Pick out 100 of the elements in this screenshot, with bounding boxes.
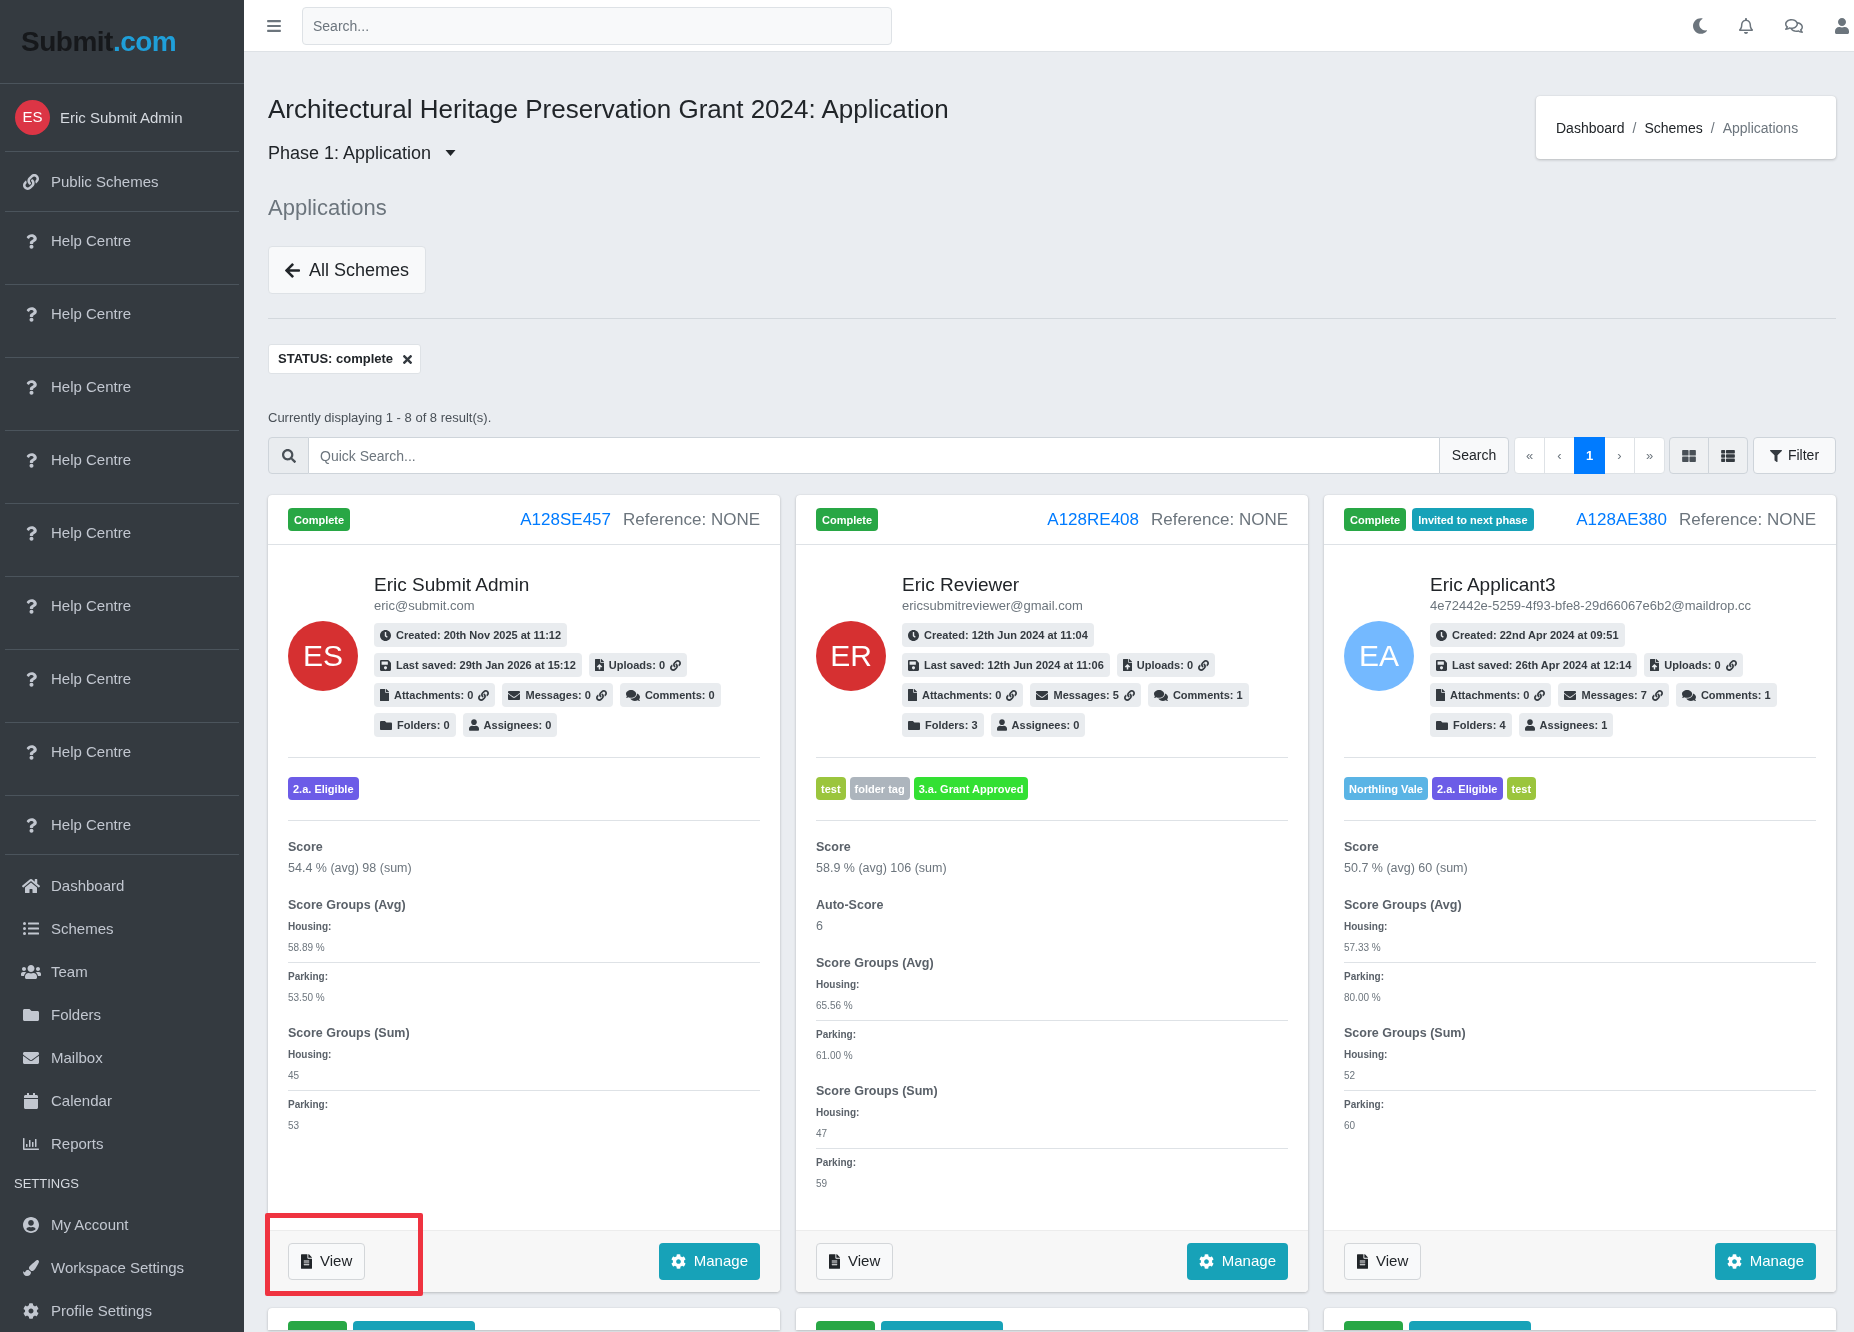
- quick-search-field[interactable]: Quick Search...: [309, 437, 1439, 474]
- group-label: Parking:: [816, 1156, 856, 1170]
- group-label: Housing:: [816, 1106, 860, 1120]
- applicant-name: Eric Applicant3: [1430, 574, 1556, 596]
- link-icon[interactable]: [1006, 689, 1018, 701]
- sidebar-link[interactable]: Help Centre: [5, 358, 239, 431]
- user-icon[interactable]: [1835, 17, 1849, 34]
- close-icon[interactable]: [403, 354, 413, 364]
- category-tag: 2.a. Eligible: [1431, 777, 1503, 800]
- sidebar-nav-item[interactable]: Schemes: [0, 907, 244, 950]
- question-mark-icon: [25, 525, 37, 541]
- sidebar-link[interactable]: Help Centre: [5, 796, 239, 855]
- document-icon: [1357, 1254, 1368, 1269]
- sidebar-nav-item[interactable]: Calendar: [0, 1079, 244, 1122]
- sidebar-nav-item[interactable]: Workspace Settings: [0, 1246, 244, 1289]
- user-name[interactable]: Eric Submit Admin: [60, 106, 183, 129]
- sidebar-link[interactable]: Help Centre: [5, 212, 239, 285]
- view-button[interactable]: View: [1344, 1243, 1422, 1280]
- bell-icon[interactable]: [1739, 17, 1753, 34]
- breadcrumb-item[interactable]: Applications: [1722, 117, 1799, 138]
- application-id-link[interactable]: A128RE408: [1047, 507, 1139, 532]
- file-icon: [1436, 689, 1445, 701]
- sidebar-nav-item[interactable]: Mailbox: [0, 1036, 244, 1079]
- link-icon[interactable]: [670, 659, 681, 671]
- list-icon: [1721, 449, 1735, 462]
- group-value: 53: [288, 1119, 300, 1133]
- page-button[interactable]: »: [1634, 437, 1665, 474]
- arrow-left-icon: [285, 262, 300, 278]
- group-value: 80.00 %: [1344, 991, 1381, 1005]
- sidebar-nav-item[interactable]: Profile Settings: [0, 1289, 244, 1332]
- section-heading: Score Groups (Sum): [816, 1083, 938, 1100]
- sidebar-nav-item[interactable]: Dashboard: [0, 864, 244, 907]
- info-chip-text: Uploads: 0: [1664, 658, 1721, 672]
- breadcrumb-item[interactable]: Schemes: [1644, 117, 1703, 138]
- link-icon[interactable]: [478, 689, 490, 701]
- sidebar-nav-item[interactable]: Team: [0, 950, 244, 993]
- status-badge: Complete: [288, 508, 351, 531]
- filter-label: STATUS: complete: [278, 350, 394, 368]
- sidebar-link[interactable]: Help Centre: [5, 285, 239, 358]
- link-icon[interactable]: [1534, 689, 1546, 701]
- phase-dropdown[interactable]: Phase 1: Application: [268, 141, 457, 165]
- search-field[interactable]: Search...: [302, 6, 892, 45]
- group-label: Housing:: [1344, 920, 1388, 934]
- clock-icon: [908, 629, 919, 641]
- filter-button[interactable]: Filter: [1753, 437, 1836, 474]
- caret-down-icon: [445, 150, 457, 156]
- category-tag: Northling Vale: [1344, 777, 1428, 800]
- view-button[interactable]: View: [816, 1243, 894, 1280]
- applicant-avatar: ES: [288, 620, 358, 691]
- breadcrumb-separator: /: [1631, 118, 1638, 138]
- group-label: Parking:: [288, 1098, 328, 1112]
- info-chip-text: Folders: 4: [1453, 718, 1506, 732]
- application-id-link[interactable]: A128AE380: [1576, 507, 1667, 532]
- link-icon[interactable]: [1725, 659, 1737, 671]
- document-icon: [829, 1254, 840, 1269]
- settings-icon: [1198, 1254, 1214, 1269]
- sidebar-link[interactable]: Help Centre: [5, 650, 239, 723]
- link-icon[interactable]: [595, 689, 607, 701]
- link-icon[interactable]: [1198, 659, 1209, 671]
- question-mark-icon: [25, 817, 37, 833]
- view-button[interactable]: View: [288, 1243, 366, 1280]
- question-mark-icon: [25, 233, 37, 249]
- applicant-email: eric@submit.com: [374, 597, 475, 615]
- back-button[interactable]: All Schemes: [268, 246, 427, 294]
- sidebar-link[interactable]: Help Centre: [5, 723, 239, 796]
- section-value: 50.7 % (avg) 60 (sum): [1344, 860, 1468, 877]
- sidebar-link[interactable]: Help Centre: [5, 431, 239, 504]
- moon-icon[interactable]: [1693, 17, 1707, 34]
- search-button[interactable]: Search: [1439, 437, 1509, 474]
- file-upload-icon: [1650, 659, 1660, 671]
- info-chip-text: Uploads: 0: [608, 658, 665, 672]
- group-label: Parking:: [288, 970, 328, 984]
- sidebar-nav-item[interactable]: Reports: [0, 1122, 244, 1165]
- page-button[interactable]: ‹: [1544, 437, 1575, 474]
- sidebar-link[interactable]: Help Centre: [5, 504, 239, 577]
- chat-icon[interactable]: [1785, 18, 1803, 33]
- application-id-link[interactable]: A128SE457: [520, 507, 611, 532]
- group-value: 53.50 %: [288, 991, 325, 1005]
- bar-chart-icon: [23, 1137, 39, 1150]
- applicant-avatar: ER: [816, 620, 886, 691]
- page-button[interactable]: 1: [1574, 437, 1605, 474]
- sidebar-nav-item[interactable]: My Account: [0, 1203, 244, 1246]
- grid-view-button[interactable]: [1669, 437, 1709, 474]
- sidebar-link[interactable]: Help Centre: [5, 577, 239, 650]
- link-icon[interactable]: [1651, 689, 1663, 701]
- sidebar-nav-item[interactable]: Folders: [0, 993, 244, 1036]
- sidebar-link[interactable]: Public Schemes: [5, 152, 239, 212]
- envelope-icon: [23, 1051, 39, 1064]
- group-value: 57.33 %: [1344, 941, 1381, 955]
- page-button[interactable]: «: [1514, 437, 1545, 474]
- list-view-button[interactable]: [1708, 437, 1748, 474]
- breadcrumb-item[interactable]: Dashboard: [1556, 117, 1625, 138]
- user-icon: [468, 719, 479, 731]
- menu-icon[interactable]: [267, 19, 281, 32]
- group-value: 65.56 %: [816, 999, 853, 1013]
- settings-icon: [1726, 1254, 1742, 1269]
- info-chip-text: Last saved: 12th Jun 2024 at 11:06: [924, 658, 1104, 672]
- info-chip-text: Created: 20th Nov 2025 at 11:12: [396, 628, 562, 642]
- section-heading: Score: [816, 839, 851, 856]
- link-icon[interactable]: [1123, 689, 1135, 701]
